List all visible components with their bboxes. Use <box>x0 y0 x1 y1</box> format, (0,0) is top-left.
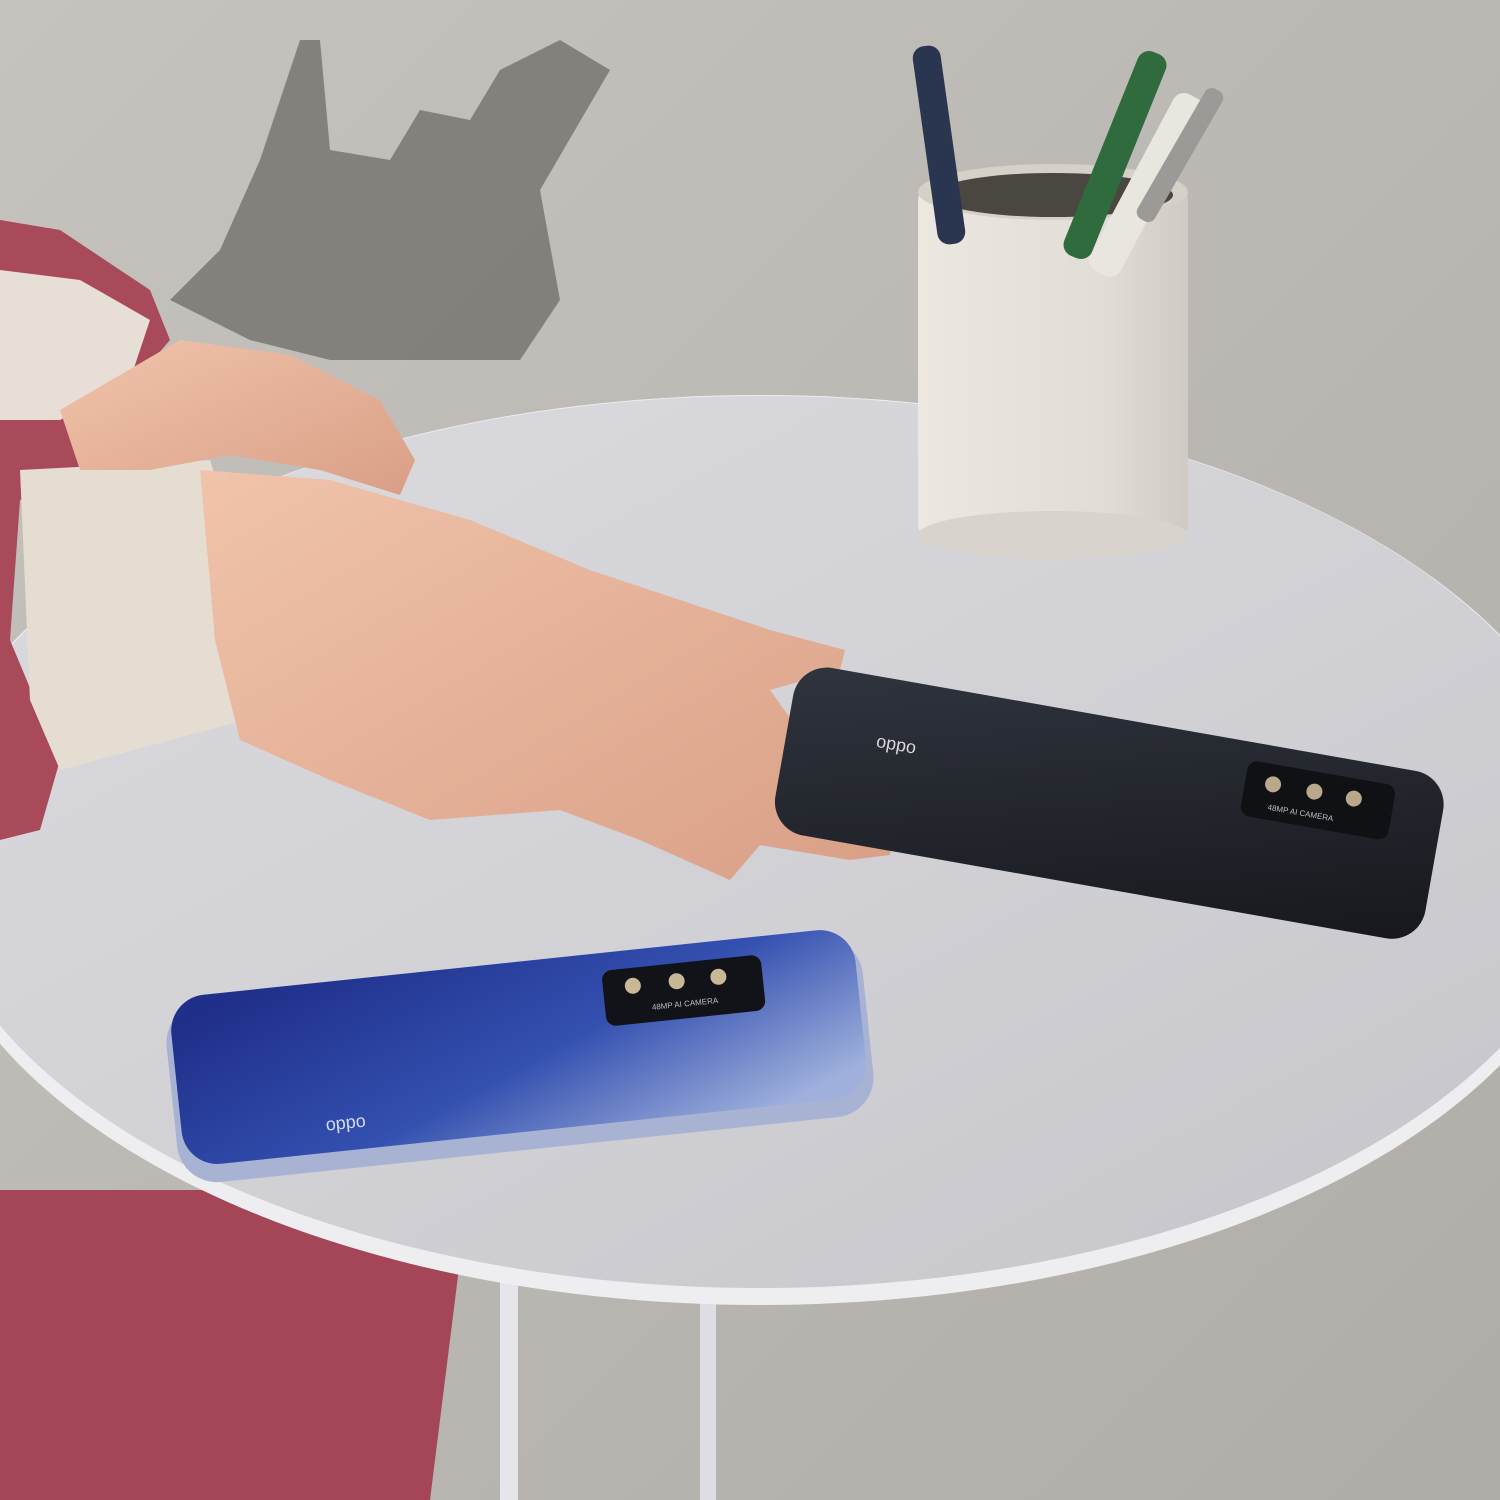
blue-phone-brand-label: oppo <box>325 1111 367 1135</box>
photo-scene: 48MP AI CAMERA oppo 48MP AI CAMERA oppo <box>0 0 1500 1500</box>
scene-illustration: 48MP AI CAMERA oppo 48MP AI CAMERA oppo <box>0 0 1500 1500</box>
table-leg <box>500 1270 518 1500</box>
table-leg <box>700 1270 716 1500</box>
